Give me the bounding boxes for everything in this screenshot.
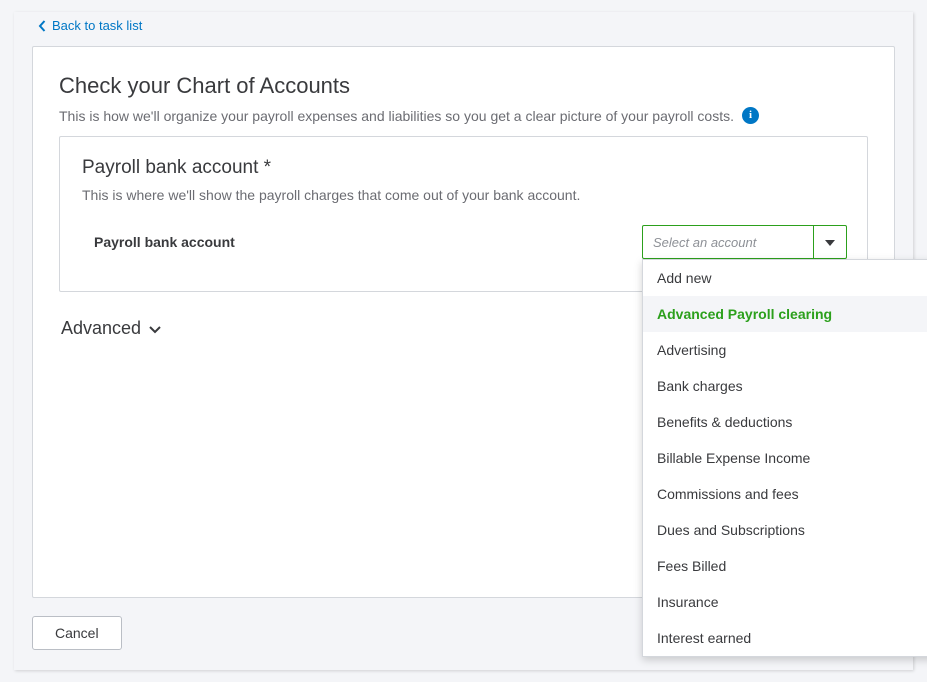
dropdown-option[interactable]: Interest earned: [643, 620, 927, 656]
page-title: Check your Chart of Accounts: [59, 73, 868, 99]
account-dropdown-menu[interactable]: Add newAdvanced Payroll clearingAdvertis…: [642, 259, 927, 657]
section-desc: This is where we'll show the payroll cha…: [82, 187, 847, 203]
account-select-placeholder: Select an account: [643, 235, 813, 250]
dropdown-option[interactable]: Bank charges: [643, 368, 927, 404]
account-select-wrap: Select an account Add newAdvanced Payrol…: [642, 225, 847, 259]
dropdown-option[interactable]: Insurance: [643, 584, 927, 620]
cancel-button[interactable]: Cancel: [32, 616, 122, 650]
dropdown-option[interactable]: Dues and Subscriptions: [643, 512, 927, 548]
page-subtitle-row: This is how we'll organize your payroll …: [59, 107, 868, 124]
dropdown-option[interactable]: Benefits & deductions: [643, 404, 927, 440]
caret-down-icon: [825, 233, 835, 251]
dropdown-option[interactable]: Fees Billed: [643, 548, 927, 584]
account-select[interactable]: Select an account: [642, 225, 847, 259]
dropdown-option[interactable]: Advertising: [643, 332, 927, 368]
back-link-label: Back to task list: [52, 18, 142, 33]
main-card: Check your Chart of Accounts This is how…: [32, 46, 895, 598]
info-icon[interactable]: i: [742, 107, 759, 124]
page-shell: Back to task list Check your Chart of Ac…: [14, 12, 913, 670]
field-label: Payroll bank account: [94, 234, 235, 250]
dropdown-option[interactable]: Commissions and fees: [643, 476, 927, 512]
dropdown-option[interactable]: Add new: [643, 260, 927, 296]
section-title: Payroll bank account *: [82, 157, 847, 179]
dropdown-option[interactable]: Advanced Payroll clearing: [643, 296, 927, 332]
payroll-bank-account-section: Payroll bank account * This is where we'…: [59, 136, 868, 292]
back-link[interactable]: Back to task list: [28, 14, 150, 37]
advanced-toggle[interactable]: Advanced: [61, 318, 161, 339]
account-select-caret[interactable]: [813, 226, 846, 258]
field-row: Payroll bank account Select an account A…: [82, 225, 847, 259]
page-subtitle: This is how we'll organize your payroll …: [59, 108, 734, 124]
chevron-left-icon: [38, 20, 46, 32]
chevron-down-icon: [149, 318, 161, 339]
advanced-label: Advanced: [61, 318, 141, 339]
dropdown-option[interactable]: Billable Expense Income: [643, 440, 927, 476]
